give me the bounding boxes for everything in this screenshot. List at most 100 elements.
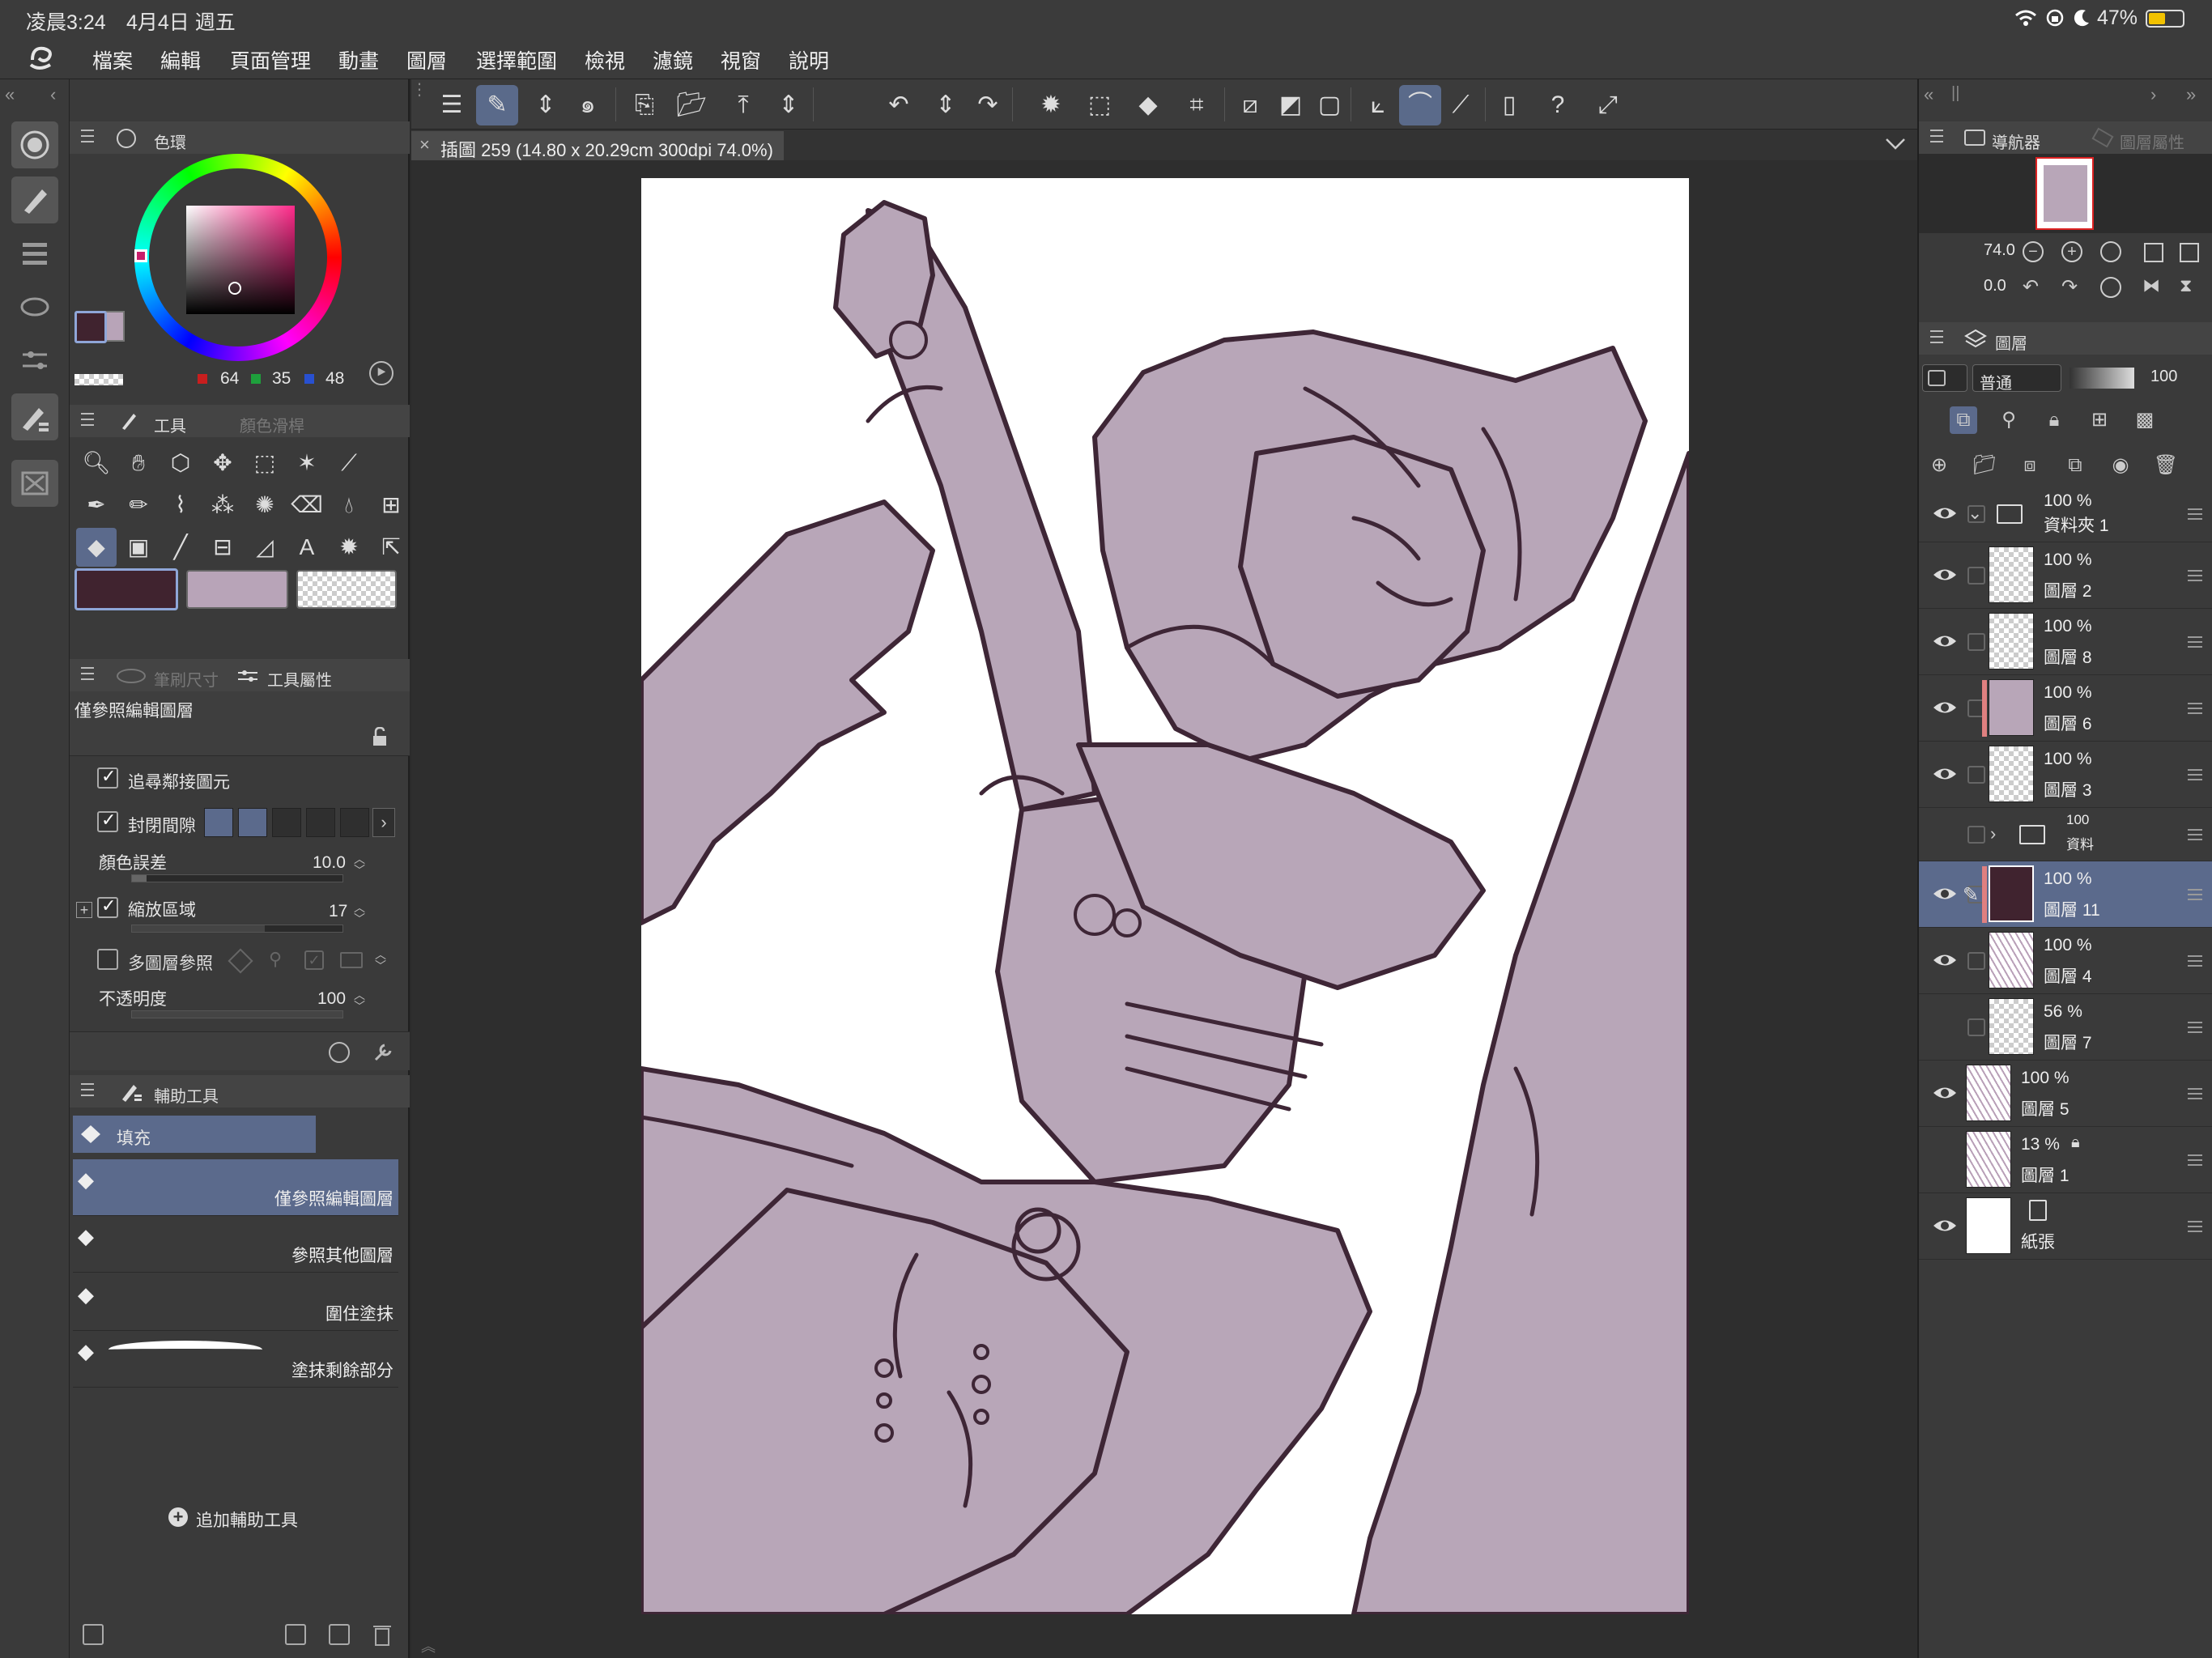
color-margin-stepper[interactable]: ︿ ﹀: [351, 853, 368, 878]
subtool-refer-other-layers[interactable]: ◆ 參照其他圖層: [73, 1216, 398, 1273]
visibility-eye-icon[interactable]: [1932, 951, 1958, 969]
layer-menu-icon[interactable]: [2188, 955, 2202, 967]
blend-tool-icon[interactable]: 💧︎: [329, 486, 369, 525]
layer-row[interactable]: › 100 資料: [1919, 808, 2212, 861]
panel-grip-icon[interactable]: [1930, 330, 1943, 343]
add-mask-icon[interactable]: ◉: [2107, 452, 2134, 479]
layer-menu-icon[interactable]: [2188, 636, 2202, 648]
gradient-tool-icon[interactable]: ▣: [118, 528, 159, 567]
straight-line-icon[interactable]: ⟋: [1440, 85, 1482, 125]
layer-row[interactable]: 13 % 🔒︎ 圖層 1: [1919, 1127, 2212, 1193]
color-slider-panel-button[interactable]: [11, 337, 58, 384]
chevron-left-icon[interactable]: ‹: [50, 84, 56, 105]
gap-level-3[interactable]: [272, 808, 301, 837]
fill-selection-icon[interactable]: ◆: [1127, 85, 1169, 125]
layer-menu-icon[interactable]: [2188, 1154, 2202, 1166]
frame-tool-icon[interactable]: ⊞: [371, 486, 411, 525]
zoom-value[interactable]: 74.0: [1984, 241, 2015, 260]
layer-menu-icon[interactable]: [2188, 1221, 2202, 1232]
transparent-tool-swatch[interactable]: [296, 570, 397, 609]
eraser-tool-icon[interactable]: ⌫: [287, 486, 327, 525]
lock-transparency-icon[interactable]: ⊞: [2086, 406, 2113, 434]
layer-row[interactable]: 100 % 圖層 8: [1919, 609, 2212, 675]
navigator-tab-label[interactable]: 導航器: [1992, 130, 2040, 153]
hand-tool-icon[interactable]: ✋︎: [118, 444, 159, 483]
zoom-in-icon[interactable]: +: [2061, 241, 2082, 262]
hue-marker[interactable]: [134, 249, 147, 262]
move-tool-icon[interactable]: ✥: [202, 444, 243, 483]
layer-row[interactable]: 100 % 圖層 4: [1919, 928, 2212, 994]
gauge-icon[interactable]: [329, 1042, 350, 1063]
menu-file[interactable]: 檔案: [92, 45, 133, 74]
layer-select-checkbox[interactable]: [1967, 766, 1985, 784]
menu-selection[interactable]: 選擇範圍: [476, 45, 557, 74]
panel-grip-icon[interactable]: [81, 667, 94, 680]
expand-plus-icon[interactable]: +: [76, 902, 92, 918]
gap-level-4[interactable]: [306, 808, 335, 837]
layer-menu-icon[interactable]: [2188, 889, 2202, 900]
layer-select-checkbox[interactable]: [1967, 567, 1985, 585]
layer-menu-icon[interactable]: [2188, 508, 2202, 520]
menu-icon[interactable]: ☰: [431, 85, 473, 125]
folder-expand-icon[interactable]: ⌄: [1967, 503, 1982, 524]
transparent-color-swatch[interactable]: [74, 374, 123, 385]
layer-select-checkbox[interactable]: [1967, 826, 1985, 844]
subtool-settings-icon[interactable]: [83, 1624, 104, 1645]
main-color-swatch[interactable]: [74, 311, 107, 343]
layer-color-mode[interactable]: [1922, 364, 1967, 392]
color-wheel-panel-button[interactable]: [11, 121, 58, 168]
layer-menu-icon[interactable]: [2188, 570, 2202, 581]
expand-right-icon[interactable]: »: [2186, 84, 2196, 105]
gap-level-1[interactable]: [204, 808, 233, 837]
reset-rotation-icon[interactable]: [2100, 277, 2121, 298]
layer-opacity-value[interactable]: 100: [2150, 368, 2177, 386]
reference-layer-icon[interactable]: ⚲: [269, 949, 287, 971]
merge-down-icon[interactable]: ⧈: [2016, 452, 2044, 479]
area-scaling-stepper[interactable]: ︿ ﹀: [351, 902, 368, 926]
opacity-stepper[interactable]: ︿ ﹀: [351, 989, 368, 1014]
panel-grip-icon[interactable]: [81, 1083, 94, 1096]
app-logo-icon[interactable]: [26, 44, 58, 73]
area-scaling-slider[interactable]: [131, 925, 343, 933]
color-margin-slider[interactable]: [131, 874, 343, 882]
mask-icon[interactable]: ▩: [2131, 406, 2159, 434]
visibility-eye-icon[interactable]: [1932, 1217, 1958, 1235]
panel-grip-icon[interactable]: [81, 130, 94, 142]
blend-mode-select[interactable]: 普通: [1972, 364, 2061, 393]
chevron-right-icon[interactable]: ›: [372, 808, 395, 837]
layer-menu-icon[interactable]: [2188, 1022, 2202, 1033]
panel-grip-vertical[interactable]: ||: [1951, 84, 1959, 103]
eyedropper-tool-icon[interactable]: ⟋: [329, 444, 369, 483]
subtool-paint-unfilled[interactable]: ◆ 塗抹剩餘部分: [73, 1331, 398, 1388]
chevron-right-small-icon[interactable]: ›: [2150, 84, 2156, 105]
brush-size-panel-button[interactable]: [11, 283, 58, 330]
main-color-tool-swatch[interactable]: [74, 568, 178, 610]
layer-property-tab-label[interactable]: 圖層屬性: [2120, 130, 2184, 153]
opacity-value[interactable]: 100: [317, 989, 346, 1009]
zoom-out-icon[interactable]: −: [2023, 241, 2044, 262]
layer-row[interactable]: 100 % 圖層 6: [1919, 675, 2212, 742]
layer-row[interactable]: 56 % 圖層 7: [1919, 994, 2212, 1061]
transform-icon[interactable]: ⌗: [1176, 85, 1218, 125]
menu-animation[interactable]: 動畫: [338, 45, 379, 74]
collapse-left-icon[interactable]: «: [5, 84, 15, 105]
rotate-right-icon[interactable]: ↷: [2061, 275, 2078, 299]
menu-page-management[interactable]: 頁面管理: [230, 45, 311, 74]
clip-to-layer-below-icon[interactable]: ⧉: [1950, 406, 1977, 434]
visibility-eye-icon[interactable]: [1932, 765, 1958, 783]
tool-tab-label[interactable]: 工具: [154, 413, 186, 436]
color-play-icon[interactable]: [369, 361, 393, 385]
reference-layer-icon[interactable]: ⚲: [1995, 406, 2023, 434]
document-tab[interactable]: × 插圖 259 (14.80 x 20.29cm 300dpi 74.0%): [411, 131, 784, 160]
clear-outside-icon[interactable]: ◩: [1270, 85, 1312, 125]
chevron-down-icon[interactable]: [1885, 138, 1906, 151]
loading-icon[interactable]: ✹: [1030, 85, 1072, 125]
saturation-value-square[interactable]: [186, 206, 295, 314]
edit-pen-icon[interactable]: ✎: [476, 85, 518, 125]
navigator-preview[interactable]: [1919, 154, 2212, 233]
visibility-eye-icon[interactable]: [1932, 885, 1958, 903]
unlock-icon[interactable]: [371, 727, 389, 746]
layer-opacity-slider[interactable]: [2069, 368, 2134, 389]
layer-menu-icon[interactable]: [2188, 769, 2202, 780]
opacity-slider[interactable]: [131, 1010, 343, 1018]
